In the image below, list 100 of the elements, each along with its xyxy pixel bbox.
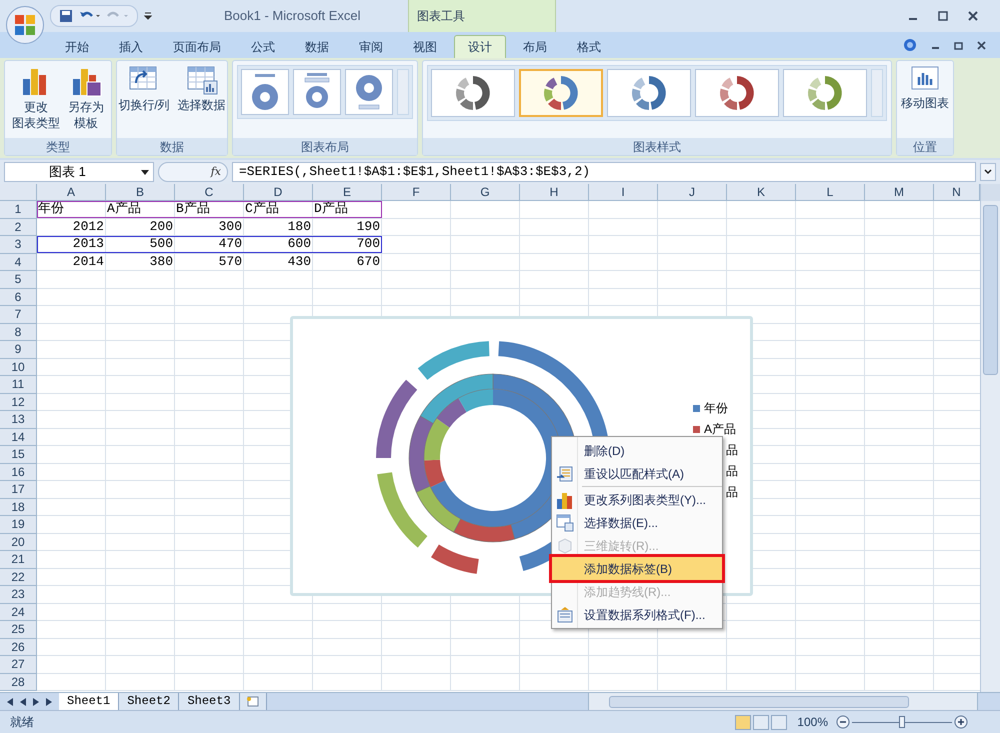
row-header[interactable]: 17: [0, 481, 37, 498]
row-header[interactable]: 8: [0, 324, 37, 341]
row-header[interactable]: 18: [0, 498, 37, 516]
style-thumbnail[interactable]: [695, 69, 779, 117]
row-header[interactable]: 7: [0, 306, 37, 324]
column-header[interactable]: J: [658, 184, 727, 201]
horizontal-scrollbar[interactable]: [588, 693, 978, 710]
row-header[interactable]: 10: [0, 358, 37, 376]
row-header[interactable]: 4: [0, 254, 37, 271]
doughnut-segment[interactable]: [376, 380, 418, 458]
row-header[interactable]: 27: [0, 656, 37, 674]
doughnut-segment[interactable]: [377, 472, 428, 548]
close-icon[interactable]: [977, 40, 986, 50]
style-thumbnail[interactable]: [607, 69, 691, 117]
insert-sheet-tab[interactable]: [240, 693, 267, 710]
column-header[interactable]: I: [589, 184, 658, 201]
row-header[interactable]: 14: [0, 428, 37, 446]
row-header[interactable]: 9: [0, 341, 37, 358]
doughnut-segment[interactable]: [424, 460, 445, 488]
style-thumbnail[interactable]: [431, 69, 515, 117]
vertical-scrollbar[interactable]: [980, 184, 1000, 692]
zoom-slider-thumb[interactable]: [899, 716, 905, 728]
column-header[interactable]: E: [313, 184, 382, 201]
doughnut-segment[interactable]: [431, 544, 479, 574]
menu-item[interactable]: 选择数据(E)...: [552, 511, 722, 534]
formula-field[interactable]: =SERIES(,Sheet1!$A$1:$E$1,Sheet1!$A$3:$E$3,2): [232, 162, 976, 182]
row-header[interactable]: 15: [0, 446, 37, 464]
doughnut-segment[interactable]: [408, 416, 434, 492]
ribbon-tab[interactable]: 布局: [510, 35, 560, 58]
doughnut-segment[interactable]: [453, 518, 515, 542]
ribbon-tab[interactable]: 数据: [292, 35, 342, 58]
restore-icon[interactable]: [954, 40, 963, 50]
expand-formula-button[interactable]: [980, 163, 996, 181]
row-header[interactable]: 13: [0, 411, 37, 428]
menu-item[interactable]: 删除(D): [552, 439, 722, 462]
menu-item[interactable]: 重设以匹配样式(A): [552, 462, 722, 485]
ribbon-button[interactable]: 选择数据: [176, 65, 228, 113]
column-header[interactable]: M: [865, 184, 934, 201]
ribbon-button[interactable]: 更改 图表类型: [10, 65, 62, 131]
doughnut-segment[interactable]: [416, 486, 461, 532]
row-header[interactable]: 22: [0, 568, 37, 586]
help-icon[interactable]: [903, 38, 917, 52]
column-header[interactable]: B: [106, 184, 175, 201]
column-header[interactable]: N: [934, 184, 980, 201]
zoom-out-icon[interactable]: [836, 715, 850, 729]
ribbon-tab[interactable]: 视图: [400, 35, 450, 58]
layout-thumbnail[interactable]: [241, 69, 289, 115]
row-header[interactable]: 21: [0, 551, 37, 568]
column-header[interactable]: G: [451, 184, 520, 201]
row-header[interactable]: 20: [0, 534, 37, 551]
row-header[interactable]: 25: [0, 621, 37, 638]
sheet-tab[interactable]: Sheet2: [119, 693, 180, 710]
column-header[interactable]: D: [244, 184, 313, 201]
formula-toggle[interactable]: fx: [158, 162, 228, 182]
save-icon[interactable]: [59, 9, 73, 23]
zoom-slider[interactable]: [852, 715, 952, 729]
customize-toolbar-icon[interactable]: [144, 11, 152, 21]
ribbon-tab[interactable]: 页面布局: [160, 35, 234, 58]
row-header[interactable]: 1: [0, 201, 37, 218]
sheet-tab[interactable]: Sheet3: [179, 693, 240, 710]
column-header[interactable]: A: [37, 184, 106, 201]
menu-item[interactable]: 更改系列图表类型(Y)...: [552, 488, 722, 511]
scroll-thumb[interactable]: [983, 205, 998, 375]
doughnut-segment[interactable]: [436, 398, 466, 428]
row-header[interactable]: 3: [0, 236, 37, 254]
sheet-tab[interactable]: Sheet1: [59, 693, 120, 710]
ribbon-tab[interactable]: 审阅: [346, 35, 396, 58]
row-header[interactable]: 24: [0, 604, 37, 621]
ribbon-button[interactable]: 切换行/列: [116, 65, 172, 113]
row-header[interactable]: 28: [0, 674, 37, 691]
ribbon-tab[interactable]: 公式: [238, 35, 288, 58]
ribbon-tab[interactable]: 设计: [454, 35, 506, 58]
doughnut-segment[interactable]: [424, 418, 450, 460]
column-header[interactable]: L: [796, 184, 865, 201]
row-header[interactable]: 2: [0, 218, 37, 236]
ribbon-button[interactable]: 另存为 模板: [66, 65, 106, 131]
layout-thumbnail[interactable]: [345, 69, 393, 115]
doughnut-segment[interactable]: [418, 341, 490, 380]
column-header[interactable]: F: [382, 184, 451, 201]
row-header[interactable]: 12: [0, 394, 37, 411]
ribbon-tab[interactable]: 格式: [564, 35, 614, 58]
row-header[interactable]: 6: [0, 288, 37, 306]
zoom-level[interactable]: 100%: [797, 713, 828, 731]
column-header[interactable]: C: [175, 184, 244, 201]
row-header[interactable]: 16: [0, 464, 37, 481]
doughnut-segment[interactable]: [458, 389, 493, 412]
zoom-in-icon[interactable]: [954, 715, 968, 729]
doughnut-segment[interactable]: [420, 374, 494, 424]
scroll-thumb[interactable]: [609, 696, 909, 708]
close-icon[interactable]: [968, 11, 978, 21]
row-header[interactable]: 26: [0, 638, 37, 656]
column-header[interactable]: K: [727, 184, 796, 201]
maximize-icon[interactable]: [938, 11, 948, 21]
office-button[interactable]: [6, 6, 44, 44]
menu-item[interactable]: 添加数据标签(B): [552, 557, 722, 580]
style-thumbnail[interactable]: [519, 69, 603, 117]
name-box[interactable]: 图表 1: [4, 162, 154, 182]
ribbon-tab[interactable]: 开始: [52, 35, 102, 58]
column-header[interactable]: H: [520, 184, 589, 201]
row-header[interactable]: 19: [0, 516, 37, 534]
